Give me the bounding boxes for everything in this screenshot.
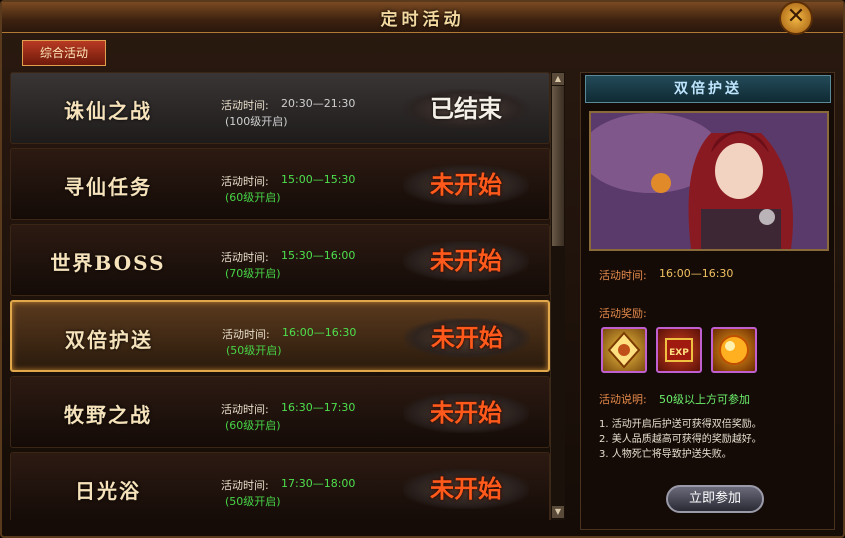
activity-level: (50级开启) (226, 344, 282, 357)
activity-row[interactable]: 诛仙之战 活动时间: 20:30—21:30 (100级开启) 已结束 (10, 72, 550, 144)
window-title: 定时活动 (380, 10, 465, 30)
activity-time-label: 活动时间: (221, 251, 269, 264)
activity-status: 未开始 (431, 323, 503, 352)
activity-name: 寻仙任务 (64, 175, 152, 199)
activity-row[interactable]: 世界BOSS 活动时间: 15:30—16:00 (70级开启) 未开始 (10, 224, 550, 296)
activity-time: 15:30—16:00 (281, 249, 356, 262)
activity-time: 15:00—15:30 (281, 173, 356, 186)
scroll-up-icon[interactable]: ▲ (552, 73, 564, 85)
activity-window: 定时活动 ✕ 综合活动 诛仙之战 活动时间: 20:30—21:30 (100级开启)… (0, 0, 845, 538)
activity-level: (60级开启) (225, 191, 281, 204)
exp-scroll-icon[interactable]: EXP (656, 327, 702, 373)
activity-name: 日光浴 (75, 479, 141, 503)
desc-line: 3. 人物死亡将导致护送失败。 (599, 449, 732, 460)
detail-time-label: 活动时间: (599, 269, 647, 282)
activity-time: 16:30—17:30 (281, 401, 356, 414)
gold-seal-icon[interactable] (601, 327, 647, 373)
activity-status: 未开始 (430, 170, 502, 199)
activity-status: 未开始 (430, 246, 502, 275)
activity-time: 20:30—21:30 (281, 97, 356, 110)
svg-text:EXP: EXP (669, 348, 689, 358)
activity-time-label: 活动时间: (222, 328, 270, 341)
scrollbar[interactable]: ▲ ▼ (550, 72, 565, 520)
activity-level: (60级开启) (225, 419, 281, 432)
activity-row[interactable]: 日光浴 活动时间: 17:30—18:00 (50级开启) 未开始 (10, 452, 550, 520)
activity-time-label: 活动时间: (221, 403, 269, 416)
join-button[interactable]: 立即参加 (666, 485, 764, 513)
scroll-down-icon[interactable]: ▼ (552, 506, 564, 518)
fire-orb-icon[interactable] (711, 327, 757, 373)
activity-row[interactable]: 双倍护送 活动时间: 16:00—16:30 (50级开启) 未开始 (10, 300, 550, 372)
detail-time: 16:00—16:30 (659, 267, 734, 280)
activity-name: 双倍护送 (65, 328, 153, 352)
activity-name: 牧野之战 (64, 403, 152, 427)
activity-row[interactable]: 牧野之战 活动时间: 16:30—17:30 (60级开启) 未开始 (10, 376, 550, 448)
activity-level: (100级开启) (225, 115, 288, 128)
activity-row[interactable]: 寻仙任务 活动时间: 15:00—15:30 (60级开启) 未开始 (10, 148, 550, 220)
activity-time: 17:30—18:00 (281, 477, 356, 490)
activity-time-label: 活动时间: (221, 99, 269, 112)
activity-level: (70级开启) (225, 267, 281, 280)
activity-level: (50级开启) (225, 495, 281, 508)
desc-line: 1. 活动开启后护送可获得双倍奖励。 (599, 419, 762, 430)
activity-time: 16:00—16:30 (282, 326, 357, 339)
detail-title: 双倍护送 (585, 75, 831, 103)
activity-time-label: 活动时间: (221, 175, 269, 188)
detail-panel: 双倍护送 活动时间: 16:00—16:30 活动奖励: EXP 活动说明: 5… (580, 72, 835, 530)
activity-name: 诛仙之战 (64, 99, 152, 123)
desc-requirement: 50级以上方可参加 (659, 393, 750, 406)
tab-general-activity[interactable]: 综合活动 (22, 40, 106, 66)
activity-time-label: 活动时间: (221, 479, 269, 492)
activity-status: 已结束 (430, 94, 502, 123)
close-button[interactable]: ✕ (779, 1, 813, 35)
desc-line: 2. 美人品质越高可获得的奖励越好。 (599, 434, 762, 445)
beauty-portrait-image (589, 111, 829, 251)
activity-name: 世界BOSS (50, 251, 166, 275)
activity-status: 未开始 (430, 398, 502, 427)
title-bar: 定时活动 (2, 2, 843, 33)
scroll-thumb[interactable] (552, 86, 564, 246)
activity-status: 未开始 (430, 474, 502, 503)
reward-label: 活动奖励: (599, 307, 647, 320)
activity-list: 诛仙之战 活动时间: 20:30—21:30 (100级开启) 已结束 寻仙任务 活动时间:… (8, 72, 568, 520)
desc-label: 活动说明: (599, 393, 647, 406)
